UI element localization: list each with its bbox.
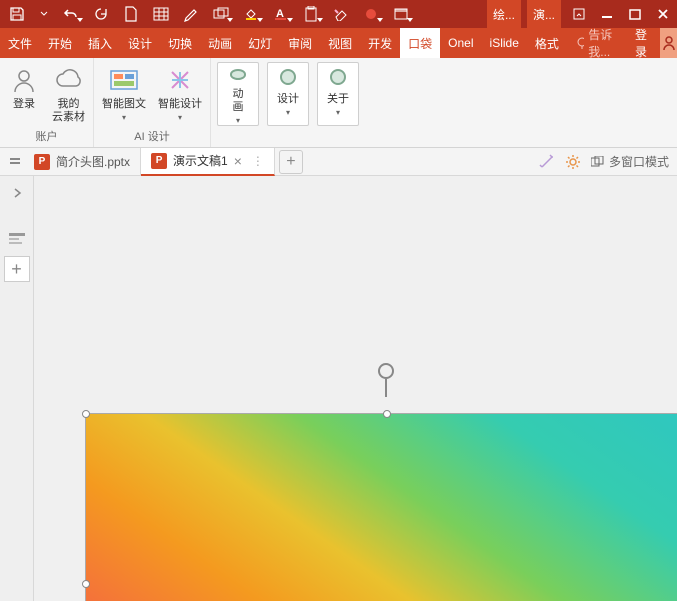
- quick-access-toolbar: A: [0, 0, 416, 28]
- document-tabs: P 简介头图.pptx P 演示文稿1 × ⋮ + 多窗口模式: [0, 148, 677, 176]
- doc-tab-1-label: 简介头图.pptx: [56, 153, 130, 170]
- tab-menu-button[interactable]: ⋮: [252, 154, 264, 168]
- powerpoint-icon: P: [34, 154, 50, 170]
- context-tab-drawing[interactable]: 绘...: [487, 0, 521, 28]
- tab-pocket[interactable]: 口袋: [400, 28, 440, 58]
- multi-window-icon: [591, 156, 605, 168]
- resize-handle-w[interactable]: [82, 580, 90, 588]
- close-tab-button[interactable]: ×: [234, 153, 242, 169]
- context-tab-presentation[interactable]: 演...: [527, 0, 561, 28]
- tab-slideshow[interactable]: 幻灯: [240, 28, 280, 58]
- cloud-icon: [53, 64, 85, 96]
- resize-handle-nw[interactable]: [82, 410, 90, 418]
- smart-graphic-icon: [108, 64, 140, 96]
- tab-animation[interactable]: 动画: [200, 28, 240, 58]
- group-label-ai: AI 设计: [94, 128, 210, 147]
- ribbon-tabs: 文件 开始 插入 设计 切换 动画 幻灯 审阅 视图 开发 口袋 Onel iS…: [0, 28, 677, 58]
- smart-graphic-button[interactable]: 智能图文 ▾: [100, 62, 148, 122]
- group-label-account: 账户: [0, 128, 93, 147]
- login-button[interactable]: 登录: [6, 62, 42, 111]
- table-button[interactable]: [146, 0, 176, 28]
- doc-tab-2[interactable]: P 演示文稿1 × ⋮: [141, 148, 275, 176]
- ribbon: 登录 我的 云素材 账户 智能图文 ▾ 智能设计 ▾ AI 设计: [0, 58, 677, 148]
- settings-gear-icon[interactable]: [565, 154, 581, 170]
- minimize-button[interactable]: [593, 0, 621, 28]
- cloud-assets-button[interactable]: 我的 云素材: [50, 62, 87, 124]
- ribbon-collapse-button[interactable]: [565, 0, 593, 28]
- save-button[interactable]: [2, 0, 32, 28]
- tab-transition[interactable]: 切换: [160, 28, 200, 58]
- magic-wand-icon[interactable]: [539, 154, 555, 170]
- smart-design-button[interactable]: 智能设计 ▾: [156, 62, 204, 122]
- new-doc-button[interactable]: [116, 0, 146, 28]
- circle-icon: [230, 69, 246, 80]
- selection-outline: [85, 413, 677, 601]
- tab-review[interactable]: 审阅: [280, 28, 320, 58]
- tab-list-button[interactable]: [6, 148, 24, 176]
- tell-me-placeholder: 告诉我...: [588, 26, 619, 60]
- ribbon-group-account: 登录 我的 云素材 账户: [0, 58, 94, 147]
- theme-color-button[interactable]: [356, 0, 386, 28]
- tab-onekey[interactable]: Onel: [440, 28, 481, 58]
- expand-panel-button[interactable]: [6, 182, 28, 204]
- doc-tab-2-label: 演示文稿1: [173, 152, 228, 169]
- circle-icon: [280, 69, 296, 85]
- title-bar: A 绘... 演...: [0, 0, 677, 28]
- paste-button[interactable]: [296, 0, 326, 28]
- resize-handle-n[interactable]: [383, 410, 391, 418]
- qat-dropdown[interactable]: [32, 0, 56, 28]
- fill-color-button[interactable]: [236, 0, 266, 28]
- tab-islide[interactable]: iSlide: [482, 28, 527, 58]
- smart-design-icon: [164, 64, 196, 96]
- ribbon-group-tools: 动 画 ▾ 设计 ▾ 关于 ▾: [211, 58, 365, 147]
- user-icon: [661, 35, 677, 51]
- undo-button[interactable]: [56, 0, 86, 28]
- tab-insert[interactable]: 插入: [80, 28, 120, 58]
- redo-button[interactable]: [86, 0, 116, 28]
- multi-window-toggle[interactable]: 多窗口模式: [591, 153, 669, 170]
- chevron-down-icon: ▾: [286, 108, 290, 117]
- close-button[interactable]: [649, 0, 677, 28]
- add-tab-button[interactable]: +: [279, 150, 303, 174]
- circle-icon: [330, 69, 346, 85]
- shapes-button[interactable]: [206, 0, 236, 28]
- slide-panel: +: [0, 176, 34, 601]
- tab-file[interactable]: 文件: [0, 28, 40, 58]
- tab-developer[interactable]: 开发: [360, 28, 400, 58]
- tab-start[interactable]: 开始: [40, 28, 80, 58]
- rotation-handle[interactable]: [378, 363, 394, 379]
- tab-format[interactable]: 格式: [527, 28, 567, 58]
- outline-view-icon[interactable]: [6, 228, 28, 250]
- user-icon: [8, 64, 40, 96]
- slide-canvas[interactable]: [34, 176, 677, 601]
- context-tab-group: 绘... 演...: [487, 0, 565, 28]
- user-account-button[interactable]: [660, 28, 677, 58]
- ribbon-group-ai: 智能图文 ▾ 智能设计 ▾ AI 设计: [94, 58, 211, 147]
- chevron-down-icon: ▾: [236, 116, 240, 125]
- font-color-button[interactable]: A: [266, 0, 296, 28]
- layout-button[interactable]: [386, 0, 416, 28]
- doc-tab-1[interactable]: P 简介头图.pptx: [24, 148, 141, 176]
- add-slide-button[interactable]: +: [4, 256, 30, 282]
- lightbulb-icon: [575, 36, 584, 50]
- chevron-down-icon: ▾: [178, 113, 182, 122]
- edit-area: +: [0, 176, 677, 601]
- powerpoint-icon: P: [151, 153, 167, 169]
- tell-me-search[interactable]: 告诉我...: [567, 26, 627, 60]
- chevron-down-icon: ▾: [122, 113, 126, 122]
- design-tool-button[interactable]: 设计 ▾: [267, 62, 309, 126]
- maximize-button[interactable]: [621, 0, 649, 28]
- login-link[interactable]: 登录: [627, 26, 660, 60]
- window-controls: [565, 0, 677, 28]
- about-button[interactable]: 关于 ▾: [317, 62, 359, 126]
- animation-tool-button[interactable]: 动 画 ▾: [217, 62, 259, 126]
- eraser-button[interactable]: [326, 0, 356, 28]
- tab-view[interactable]: 视图: [320, 28, 360, 58]
- chevron-down-icon: ▾: [336, 108, 340, 117]
- highlighter-button[interactable]: [176, 0, 206, 28]
- tab-design[interactable]: 设计: [120, 28, 160, 58]
